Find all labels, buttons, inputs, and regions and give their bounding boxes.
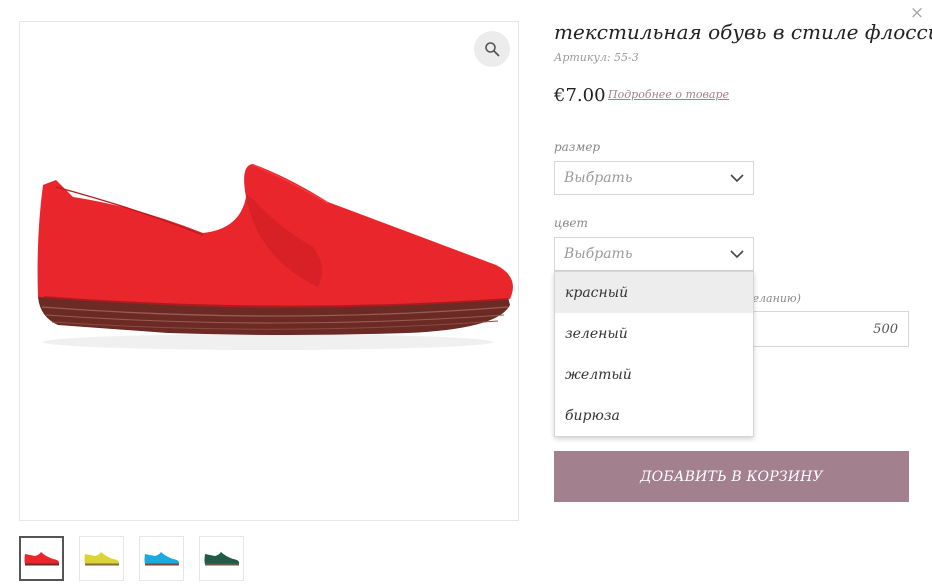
add-to-cart-button[interactable]: ДОБАВИТЬ В КОРЗИНУ — [554, 451, 909, 502]
color-option-red[interactable]: красный — [555, 272, 753, 313]
size-label: размер — [554, 140, 601, 154]
zoom-button[interactable] — [474, 31, 510, 67]
thumbnail-yellow[interactable] — [79, 536, 124, 581]
size-select[interactable]: Выбрать — [554, 161, 754, 195]
shoe-thumb-red — [24, 551, 59, 565]
chevron-down-icon — [730, 250, 744, 259]
thumbnail-turquoise[interactable] — [139, 536, 184, 581]
product-title: текстильная обувь в стиле флосси — [554, 20, 932, 44]
thumbnail-red[interactable] — [19, 536, 64, 581]
color-label: цвет — [554, 216, 588, 230]
shoe-thumb-yellow — [84, 551, 119, 565]
product-main-image — [19, 21, 519, 521]
color-select[interactable]: Выбрать — [554, 237, 754, 271]
thumbnail-green[interactable] — [199, 536, 244, 581]
product-price: €7.00 — [554, 85, 606, 106]
size-select-value: Выбрать — [564, 170, 633, 186]
shoe-thumb-green — [204, 551, 239, 565]
product-sku: Артикул: 55-3 — [554, 51, 639, 64]
shoe-thumb-turquoise — [144, 551, 179, 565]
magnifier-icon — [485, 42, 500, 57]
color-option-turquoise[interactable]: бирюза — [555, 395, 753, 436]
product-details-link[interactable]: Подробнее о товаре — [608, 88, 729, 101]
color-select-value: Выбрать — [564, 246, 633, 262]
color-option-green[interactable]: зеленый — [555, 313, 753, 354]
amount-input[interactable] — [740, 311, 909, 347]
shoe-image — [37, 164, 513, 350]
chevron-down-icon — [730, 174, 744, 183]
color-dropdown-menu: красный зеленый желтый бирюза — [554, 271, 754, 437]
color-option-yellow[interactable]: желтый — [555, 354, 753, 395]
